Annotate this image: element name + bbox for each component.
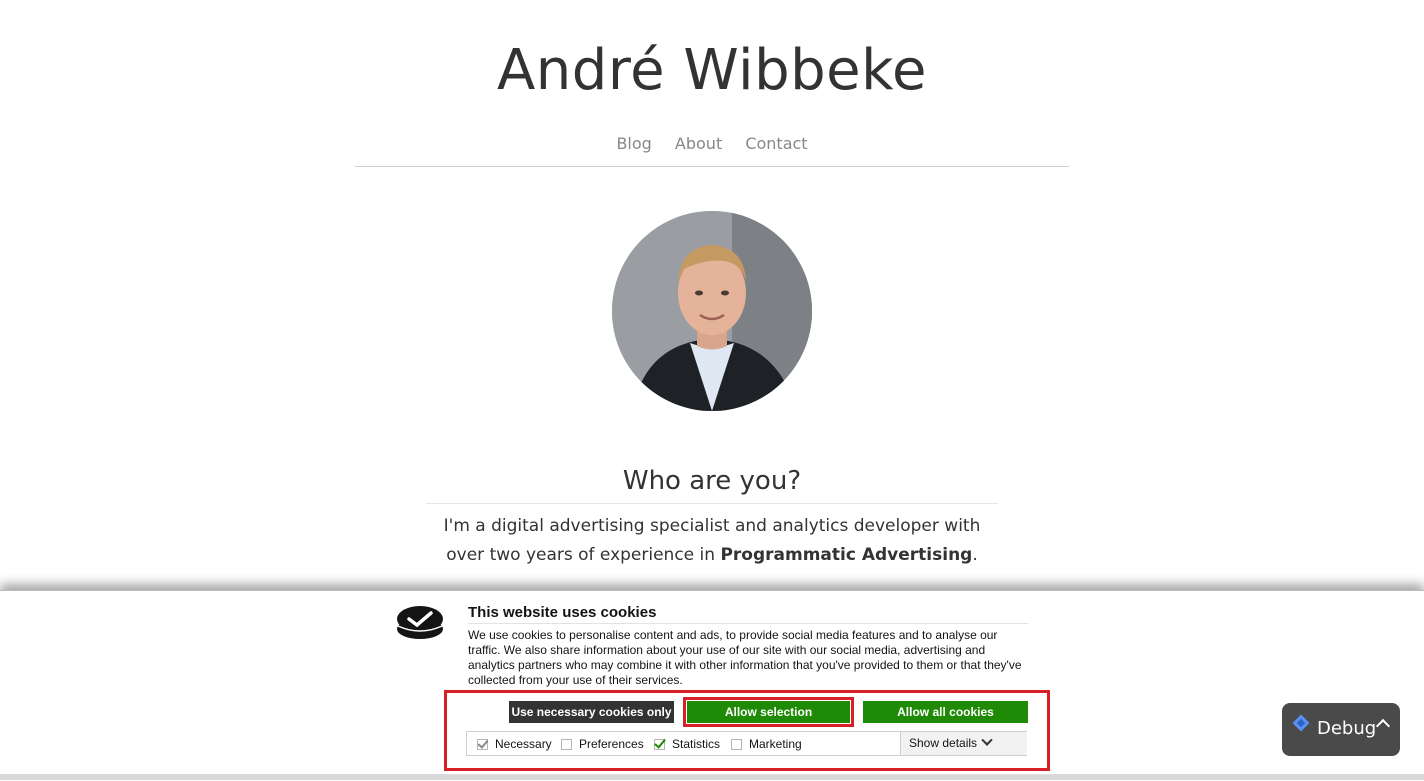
- debug-widget[interactable]: Debug: [1282, 703, 1400, 756]
- heading-divider: [426, 503, 998, 504]
- debug-label: Debug: [1317, 718, 1377, 739]
- nav-divider: [355, 166, 1069, 167]
- cookiebot-logo-icon: [397, 606, 443, 639]
- intro-highlight: Programmatic Advertising: [720, 545, 973, 565]
- nav-contact[interactable]: Contact: [745, 134, 807, 153]
- nav-about[interactable]: About: [675, 134, 722, 153]
- chevron-up-icon[interactable]: [1375, 718, 1391, 734]
- necessary-checkbox[interactable]: [477, 738, 488, 750]
- statistics-checkbox[interactable]: [654, 738, 665, 750]
- allow-all-cookies-button[interactable]: Allow all cookies: [863, 701, 1028, 723]
- option-necessary[interactable]: Necessary: [477, 737, 552, 751]
- nav-blog[interactable]: Blog: [616, 134, 651, 153]
- main-nav: Blog About Contact: [0, 134, 1424, 153]
- banner-bottom-bar: [0, 774, 1424, 780]
- option-marketing[interactable]: Marketing: [731, 737, 802, 751]
- site-title: André Wibbeke: [496, 38, 928, 103]
- statistics-label: Statistics: [672, 737, 721, 751]
- option-preferences[interactable]: Preferences: [561, 737, 644, 751]
- cookie-banner-title: This website uses cookies: [468, 604, 1028, 624]
- profile-photo: [612, 211, 812, 411]
- necessary-cookies-only-button[interactable]: Use necessary cookies only: [509, 701, 674, 723]
- option-statistics[interactable]: Statistics: [654, 737, 720, 751]
- show-details-toggle[interactable]: Show details: [900, 732, 1027, 755]
- preferences-checkbox[interactable]: [561, 738, 572, 750]
- chevron-down-icon: [981, 734, 993, 746]
- cookie-options-bar: Necessary Preferences Statistics Marketi…: [466, 731, 1027, 756]
- allow-selection-button[interactable]: Allow selection: [683, 697, 854, 727]
- preferences-label: Preferences: [579, 737, 644, 751]
- marketing-checkbox[interactable]: [731, 738, 742, 750]
- necessary-label: Necessary: [495, 737, 552, 751]
- debug-diamond-icon: [1292, 714, 1310, 732]
- intro-text: I'm a digital advertising specialist and…: [443, 516, 981, 565]
- show-details-label: Show details: [909, 736, 978, 750]
- section-heading: Who are you?: [622, 466, 802, 496]
- cookie-banner-text: We use cookies to personalise content an…: [468, 628, 1022, 687]
- marketing-label: Marketing: [749, 737, 802, 751]
